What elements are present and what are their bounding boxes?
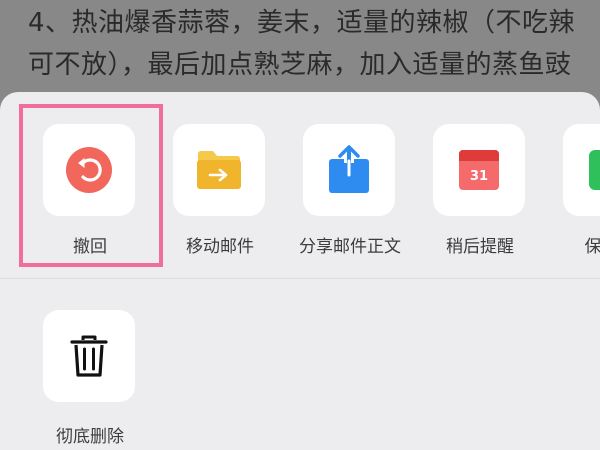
share-body-label: 分享邮件正文 bbox=[299, 237, 401, 257]
delete-permanently-label: 彻底删除 bbox=[56, 427, 124, 447]
move-mail-label: 移动邮件 bbox=[186, 237, 254, 257]
move-mail-action[interactable]: 移动邮件 bbox=[155, 92, 285, 262]
remind-later-action[interactable]: 31 稍后提醒 bbox=[415, 92, 545, 262]
undo-label: 撤回 bbox=[73, 237, 107, 257]
action-sheet: 撤回 移动邮件 分享邮件正文 31 稍后提醒 保 彻底删除 bbox=[0, 92, 600, 450]
article-line-1: 4、热油爆香蒜蓉，姜末，适量的辣椒（不吃辣 bbox=[28, 8, 576, 38]
article-line-2: 可不放），最后加点熟芝麻，加入适量的蒸鱼豉 bbox=[28, 50, 572, 80]
calendar-icon: 31 bbox=[459, 150, 499, 190]
delete-permanently-tile[interactable] bbox=[43, 310, 135, 402]
delete-permanently-action[interactable]: 彻底删除 bbox=[25, 286, 155, 450]
folder-move-icon bbox=[197, 151, 241, 189]
screen: 4、热油爆香蒜蓉，姜末，适量的辣椒（不吃辣 可不放），最后加点熟芝麻，加入适量的… bbox=[0, 0, 600, 450]
move-mail-tile[interactable] bbox=[173, 124, 265, 216]
trash-icon bbox=[70, 335, 108, 377]
save-to-tile[interactable] bbox=[563, 124, 600, 216]
share-icon bbox=[329, 145, 369, 193]
save-to-action[interactable]: 保存到 bbox=[545, 92, 600, 262]
remind-later-label: 稍后提醒 bbox=[446, 237, 514, 257]
action-row-secondary: 彻底删除 bbox=[0, 286, 600, 450]
calendar-day-number: 31 bbox=[470, 169, 488, 184]
undo-tile[interactable] bbox=[43, 124, 135, 216]
save-to-label: 保存到 bbox=[584, 237, 600, 257]
background-article-text: 4、热油爆香蒜蓉，姜末，适量的辣椒（不吃辣 可不放），最后加点熟芝麻，加入适量的… bbox=[28, 2, 588, 86]
share-body-action[interactable]: 分享邮件正文 bbox=[285, 92, 415, 262]
share-body-tile[interactable] bbox=[303, 124, 395, 216]
action-row-primary: 撤回 移动邮件 分享邮件正文 31 稍后提醒 保 bbox=[0, 92, 600, 267]
remind-later-tile[interactable]: 31 bbox=[433, 124, 525, 216]
row-divider bbox=[0, 278, 600, 279]
undo-icon bbox=[66, 147, 112, 193]
undo-action[interactable]: 撤回 bbox=[25, 92, 155, 262]
save-icon bbox=[589, 150, 600, 190]
